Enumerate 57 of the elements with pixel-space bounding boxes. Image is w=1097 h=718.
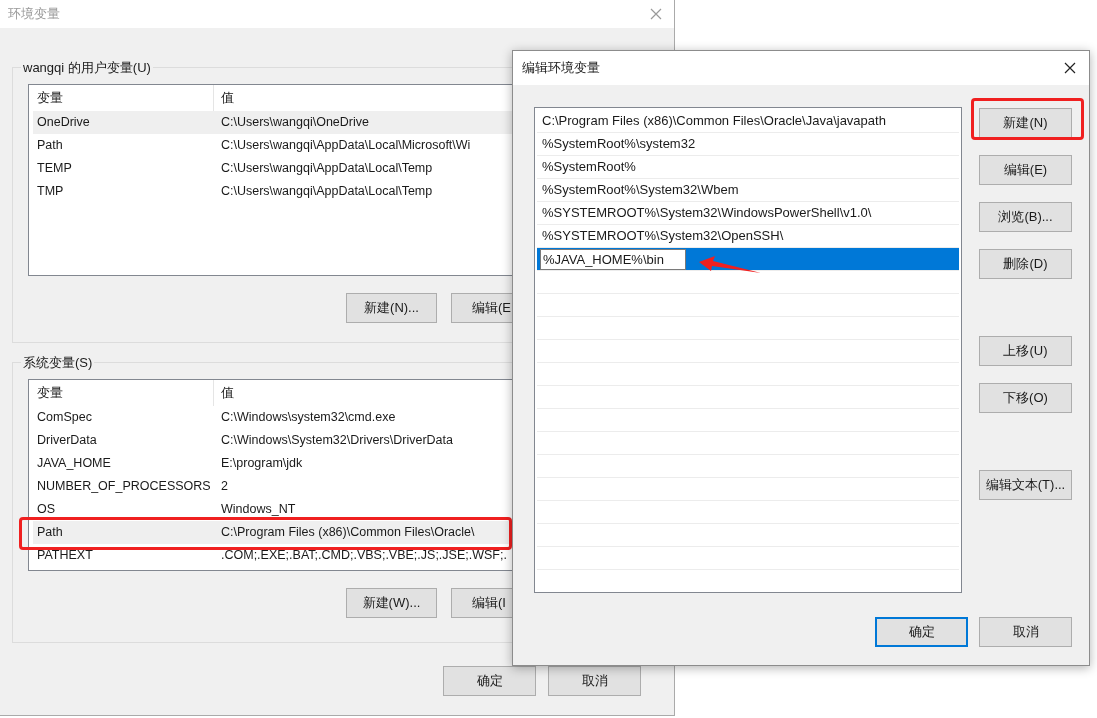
dialog-button[interactable]: 新建(N)... — [346, 292, 437, 323]
column-header[interactable]: 值 — [214, 84, 234, 111]
dialog-button[interactable]: 新建(N) — [979, 108, 1072, 138]
variable-name: ComSpec — [36, 408, 93, 426]
path-entry[interactable]: C:\Program Files (x86)\Common Files\Oracle\Java\javapath — [537, 110, 959, 133]
variable-name: Path — [36, 136, 64, 154]
variable-value: E:\program\jdk — [220, 454, 303, 472]
variable-value: C:\Program Files (x86)\Common Files\Oracle\ — [220, 523, 475, 541]
path-entry[interactable]: %SystemRoot%\system32 — [537, 133, 959, 156]
variable-value: C:\Users\wangqi\AppData\Local\Temp — [220, 159, 433, 177]
column-header[interactable]: 值 — [214, 379, 234, 406]
column-header[interactable]: 变量 — [29, 379, 214, 406]
variable-name: DriverData — [36, 431, 98, 449]
path-input[interactable]: %JAVA_HOME%\bin — [540, 248, 686, 270]
dialog-button[interactable]: 确定 — [875, 617, 968, 647]
path-text: %SYSTEMROOT%\System32\WindowsPowerShell\v1.0\ — [541, 204, 872, 223]
path-text: %SystemRoot%\System32\Wbem — [541, 181, 739, 200]
path-text: %SystemRoot% — [541, 158, 636, 177]
path-entry[interactable]: %SystemRoot% — [537, 156, 959, 179]
variable-value: C:\Users\wangqi\AppData\Local\Temp — [220, 182, 433, 200]
dialog-button[interactable]: 下移(O) — [979, 383, 1072, 413]
variable-value: C:\Users\wangqi\OneDrive — [220, 113, 369, 131]
path-text: %SYSTEMROOT%\System32\OpenSSH\ — [541, 227, 784, 246]
variable-name: TMP — [36, 182, 65, 200]
variable-name: Path — [36, 523, 64, 541]
dialog-button[interactable]: 取消 — [548, 666, 641, 696]
dialog-button[interactable]: 上移(U) — [979, 336, 1072, 366]
path-entry[interactable]: %SystemRoot%\System32\Wbem — [537, 179, 959, 202]
dialog-button[interactable]: 新建(W)... — [346, 587, 437, 618]
dialog-button[interactable]: 编辑文本(T)... — [979, 470, 1072, 500]
dialog-button[interactable]: 取消 — [979, 617, 1072, 647]
variable-name: JAVA_HOME — [36, 454, 112, 472]
arrow-icon — [699, 256, 761, 276]
variable-name: OneDrive — [36, 113, 91, 131]
variable-value: 2 — [220, 477, 228, 495]
window-title: 编辑环境变量 — [522, 59, 600, 78]
dialog-button[interactable]: 编辑(E) — [979, 155, 1072, 185]
variable-value: C:\Users\wangqi\AppData\Local\Microsoft\Wi — [220, 136, 471, 154]
variable-name: PATHEXT — [36, 546, 94, 564]
variable-value: .COM;.EXE;.BAT;.CMD;.VBS;.VBE;.JS;.JSE;.WSF;. — [220, 546, 507, 564]
path-entry[interactable]: %SYSTEMROOT%\System32\WindowsPowerShell\v1.0\ — [537, 202, 959, 225]
variable-value: C:\Windows\system32\cmd.exe — [220, 408, 396, 426]
variable-value: Windows_NT — [220, 500, 296, 518]
column-header[interactable]: 变量 — [29, 84, 214, 111]
window-title: 环境变量 — [8, 5, 60, 24]
path-entry[interactable]: %JAVA_HOME%\bin — [537, 248, 959, 271]
dialog-button[interactable]: 删除(D) — [979, 249, 1072, 279]
group-label: wangqi 的用户变量(U) — [22, 59, 152, 77]
variable-value: C:\Windows\System32\Drivers\DriverData — [220, 431, 453, 449]
variable-name: NUMBER_OF_PROCESSORS — [36, 477, 212, 495]
group-label: 系统变量(S) — [22, 354, 94, 372]
dialog-button[interactable]: 确定 — [443, 666, 536, 696]
variable-name: OS — [36, 500, 57, 518]
variable-name: TEMP — [36, 159, 73, 177]
path-text: %SystemRoot%\system32 — [541, 135, 696, 154]
close-icon[interactable] — [1064, 62, 1076, 74]
dialog-button[interactable]: 浏览(B)... — [979, 202, 1072, 232]
